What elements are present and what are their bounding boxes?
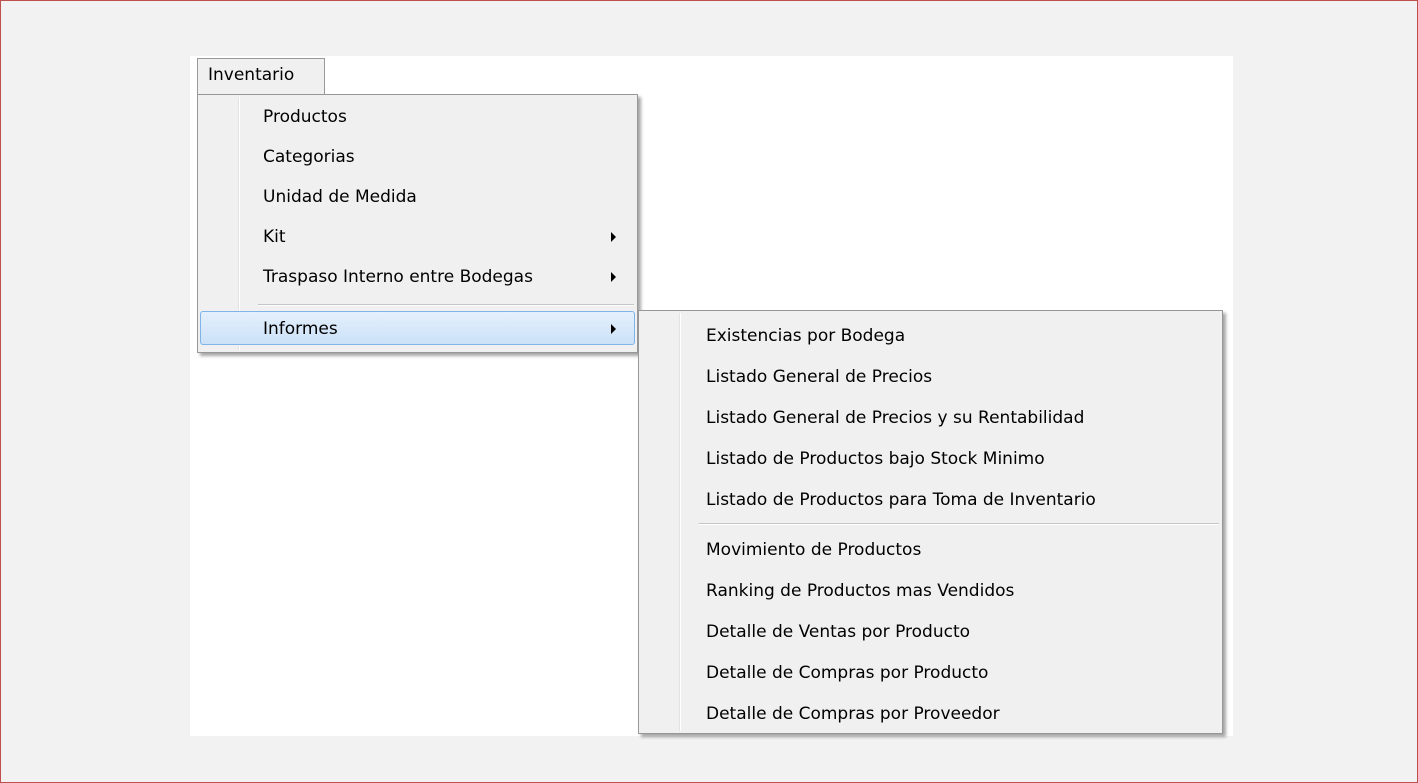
submenu-item-existencias-por-bodega[interactable]: Existencias por Bodega: [641, 319, 1220, 353]
menu-item-unidad-de-medida[interactable]: Unidad de Medida: [200, 180, 635, 214]
submenu-item-bajo-stock-minimo[interactable]: Listado de Productos bajo Stock Minimo: [641, 442, 1220, 476]
menu-item-label: Listado de Productos para Toma de Invent…: [706, 490, 1096, 510]
menu-separator: [258, 304, 634, 306]
menubar-item-label: Inventario: [208, 65, 295, 85]
menu-item-label: Detalle de Ventas por Producto: [706, 622, 971, 642]
menu-item-traspaso-interno[interactable]: Traspaso Interno entre Bodegas: [200, 260, 635, 294]
menu-item-label: Listado General de Precios y su Rentabil…: [706, 408, 1085, 428]
submenu-arrow-icon: [611, 232, 616, 242]
menu-item-informes[interactable]: Informes: [200, 311, 635, 345]
submenu-item-ranking-mas-vendidos[interactable]: Ranking de Productos mas Vendidos: [641, 574, 1220, 608]
menu-item-label: Detalle de Compras por Proveedor: [706, 704, 1000, 724]
submenu-arrow-icon: [611, 272, 616, 282]
menu-item-label: Informes: [263, 319, 338, 339]
submenu-item-precios-rentabilidad[interactable]: Listado General de Precios y su Rentabil…: [641, 401, 1220, 435]
inventario-dropdown-menu: Productos Categorias Unidad de Medida Ki…: [197, 94, 638, 353]
menu-item-productos[interactable]: Productos: [200, 100, 635, 134]
submenu-arrow-icon: [611, 324, 616, 334]
submenu-item-movimiento-de-productos[interactable]: Movimiento de Productos: [641, 533, 1220, 567]
menu-item-label: Productos: [263, 107, 347, 127]
menu-item-categorias[interactable]: Categorias: [200, 140, 635, 174]
menu-item-kit[interactable]: Kit: [200, 220, 635, 254]
submenu-item-compras-por-proveedor[interactable]: Detalle de Compras por Proveedor: [641, 697, 1220, 731]
menu-item-label: Existencias por Bodega: [706, 326, 906, 346]
submenu-item-ventas-por-producto[interactable]: Detalle de Ventas por Producto: [641, 615, 1220, 649]
submenu-item-listado-general-precios[interactable]: Listado General de Precios: [641, 360, 1220, 394]
menu-item-label: Listado de Productos bajo Stock Minimo: [706, 449, 1045, 469]
menu-item-label: Categorias: [263, 147, 355, 167]
menu-item-label: Unidad de Medida: [263, 187, 417, 207]
menu-item-label: Listado General de Precios: [706, 367, 933, 387]
menu-separator: [699, 523, 1219, 525]
menu-item-label: Detalle de Compras por Producto: [706, 663, 989, 683]
submenu-item-toma-de-inventario[interactable]: Listado de Productos para Toma de Invent…: [641, 483, 1220, 517]
menu-item-label: Movimiento de Productos: [706, 540, 922, 560]
menu-item-label: Kit: [263, 227, 286, 247]
menu-item-label: Ranking de Productos mas Vendidos: [706, 581, 1015, 601]
menubar-item-inventario[interactable]: Inventario: [197, 58, 325, 94]
informes-submenu: Existencias por Bodega Listado General d…: [638, 310, 1223, 734]
submenu-item-compras-por-producto[interactable]: Detalle de Compras por Producto: [641, 656, 1220, 690]
menu-item-label: Traspaso Interno entre Bodegas: [263, 267, 533, 287]
